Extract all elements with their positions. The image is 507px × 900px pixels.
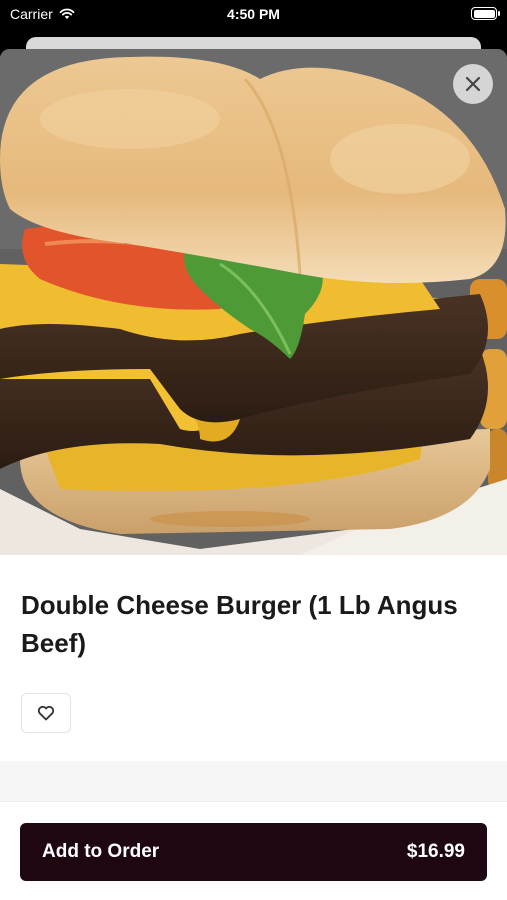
product-sheet: Double Cheese Burger (1 Lb Angus Beef) A… — [0, 49, 507, 900]
battery-cap — [498, 11, 500, 16]
close-button[interactable] — [453, 64, 493, 104]
close-icon — [465, 76, 481, 92]
heart-icon — [37, 705, 55, 721]
battery-level — [473, 9, 495, 18]
favorite-button[interactable] — [21, 693, 71, 733]
burger-illustration — [0, 49, 507, 555]
product-title: Double Cheese Burger (1 Lb Angus Beef) — [21, 590, 458, 658]
add-to-order-label: Add to Order — [42, 841, 160, 862]
product-image — [0, 49, 507, 555]
order-footer: Add to Order $16.99 — [0, 801, 507, 900]
section-divider — [0, 761, 507, 801]
status-time: 4:50 PM — [227, 6, 280, 22]
add-to-order-button[interactable]: Add to Order $16.99 — [20, 823, 487, 881]
app-screen: Carrier 4:50 PM Double Cheese Burger (1 … — [0, 0, 507, 900]
status-bar: Carrier 4:50 PM — [0, 0, 507, 30]
price-label: $16.99 — [406, 841, 465, 862]
battery-icon — [471, 7, 500, 20]
